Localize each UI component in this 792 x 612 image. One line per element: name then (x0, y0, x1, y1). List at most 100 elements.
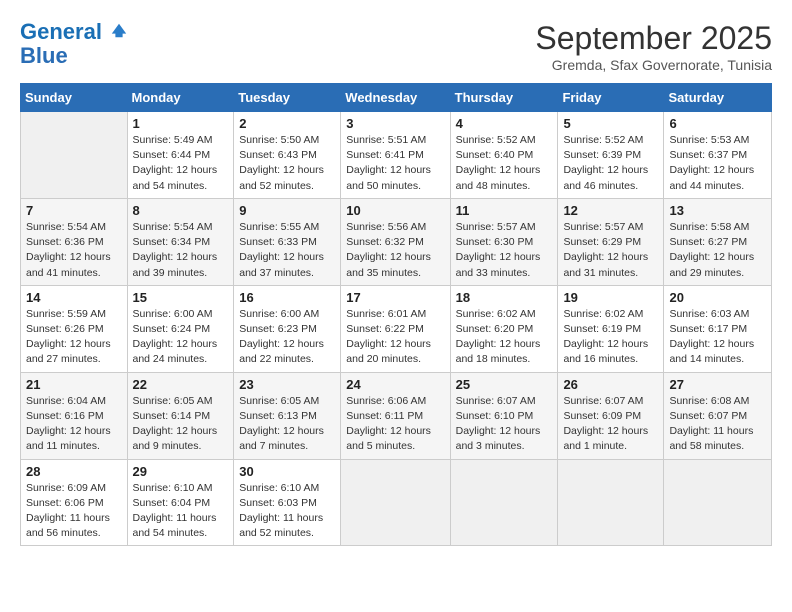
day-number: 3 (346, 116, 444, 131)
day-number: 19 (563, 290, 658, 305)
calendar-cell: 6 Sunrise: 5:53 AM Sunset: 6:37 PM Daylig… (664, 112, 772, 199)
day-info: Sunrise: 6:10 AM Sunset: 6:03 PM Dayligh… (239, 481, 335, 542)
calendar-cell: 28 Sunrise: 6:09 AM Sunset: 6:06 PM Dayli… (21, 459, 128, 546)
day-info: Sunrise: 5:59 AM Sunset: 6:26 PM Dayligh… (26, 307, 122, 368)
calendar-cell: 18 Sunrise: 6:02 AM Sunset: 6:20 PM Dayli… (450, 285, 558, 372)
title-block: September 2025 Gremda, Sfax Governorate,… (535, 20, 772, 73)
calendar-cell: 21 Sunrise: 6:04 AM Sunset: 6:16 PM Dayli… (21, 372, 128, 459)
calendar-cell: 8 Sunrise: 5:54 AM Sunset: 6:34 PM Daylig… (127, 198, 234, 285)
calendar-cell: 2Sunrise: 5:50 AM Sunset: 6:43 PM Daylig… (234, 112, 341, 199)
day-info: Sunrise: 6:07 AM Sunset: 6:10 PM Dayligh… (456, 394, 553, 455)
calendar-cell: 5Sunrise: 5:52 AM Sunset: 6:39 PM Daylig… (558, 112, 664, 199)
day-number: 1 (133, 116, 229, 131)
day-number: 17 (346, 290, 444, 305)
day-info: Sunrise: 6:02 AM Sunset: 6:20 PM Dayligh… (456, 307, 553, 368)
day-info: Sunrise: 6:00 AM Sunset: 6:23 PM Dayligh… (239, 307, 335, 368)
day-info: Sunrise: 5:52 AM Sunset: 6:40 PM Dayligh… (456, 133, 553, 194)
day-info: Sunrise: 5:54 AM Sunset: 6:36 PM Dayligh… (26, 220, 122, 281)
day-info: Sunrise: 5:51 AM Sunset: 6:41 PM Dayligh… (346, 133, 444, 194)
day-number: 26 (563, 377, 658, 392)
day-info: Sunrise: 6:03 AM Sunset: 6:17 PM Dayligh… (669, 307, 766, 368)
day-number: 20 (669, 290, 766, 305)
day-info: Sunrise: 5:50 AM Sunset: 6:43 PM Dayligh… (239, 133, 335, 194)
day-info: Sunrise: 5:57 AM Sunset: 6:30 PM Dayligh… (456, 220, 553, 281)
calendar-cell: 14 Sunrise: 5:59 AM Sunset: 6:26 PM Dayli… (21, 285, 128, 372)
day-info: Sunrise: 6:09 AM Sunset: 6:06 PM Dayligh… (26, 481, 122, 542)
calendar-week-row: 21 Sunrise: 6:04 AM Sunset: 6:16 PM Dayli… (21, 372, 772, 459)
calendar-cell: 15Sunrise: 6:00 AM Sunset: 6:24 PM Dayli… (127, 285, 234, 372)
calendar-table: SundayMondayTuesdayWednesdayThursdayFrid… (20, 83, 772, 546)
day-number: 7 (26, 203, 122, 218)
calendar-cell (664, 459, 772, 546)
calendar-cell: 12Sunrise: 5:57 AM Sunset: 6:29 PM Dayli… (558, 198, 664, 285)
calendar-week-row: 7 Sunrise: 5:54 AM Sunset: 6:36 PM Daylig… (21, 198, 772, 285)
calendar-header-row: SundayMondayTuesdayWednesdayThursdayFrid… (21, 84, 772, 112)
weekday-header-wednesday: Wednesday (341, 84, 450, 112)
day-number: 10 (346, 203, 444, 218)
calendar-cell: 16Sunrise: 6:00 AM Sunset: 6:23 PM Dayli… (234, 285, 341, 372)
day-info: Sunrise: 5:55 AM Sunset: 6:33 PM Dayligh… (239, 220, 335, 281)
location-subtitle: Gremda, Sfax Governorate, Tunisia (535, 57, 772, 73)
day-info: Sunrise: 6:04 AM Sunset: 6:16 PM Dayligh… (26, 394, 122, 455)
day-number: 29 (133, 464, 229, 479)
day-number: 25 (456, 377, 553, 392)
logo-general: General (20, 19, 102, 44)
day-info: Sunrise: 6:06 AM Sunset: 6:11 PM Dayligh… (346, 394, 444, 455)
calendar-cell: 24 Sunrise: 6:06 AM Sunset: 6:11 PM Dayli… (341, 372, 450, 459)
calendar-cell: 27Sunrise: 6:08 AM Sunset: 6:07 PM Dayli… (664, 372, 772, 459)
logo-icon (110, 21, 128, 39)
day-info: Sunrise: 5:53 AM Sunset: 6:37 PM Dayligh… (669, 133, 766, 194)
weekday-header-saturday: Saturday (664, 84, 772, 112)
day-number: 8 (133, 203, 229, 218)
calendar-cell: 4 Sunrise: 5:52 AM Sunset: 6:40 PM Daylig… (450, 112, 558, 199)
day-number: 13 (669, 203, 766, 218)
day-info: Sunrise: 5:49 AM Sunset: 6:44 PM Dayligh… (133, 133, 229, 194)
calendar-cell: 7 Sunrise: 5:54 AM Sunset: 6:36 PM Daylig… (21, 198, 128, 285)
weekday-header-tuesday: Tuesday (234, 84, 341, 112)
weekday-header-thursday: Thursday (450, 84, 558, 112)
day-info: Sunrise: 5:54 AM Sunset: 6:34 PM Dayligh… (133, 220, 229, 281)
day-number: 24 (346, 377, 444, 392)
calendar-cell (341, 459, 450, 546)
weekday-header-monday: Monday (127, 84, 234, 112)
day-info: Sunrise: 6:01 AM Sunset: 6:22 PM Dayligh… (346, 307, 444, 368)
calendar-cell: 13 Sunrise: 5:58 AM Sunset: 6:27 PM Dayli… (664, 198, 772, 285)
calendar-cell: 3 Sunrise: 5:51 AM Sunset: 6:41 PM Daylig… (341, 112, 450, 199)
calendar-cell: 30 Sunrise: 6:10 AM Sunset: 6:03 PM Dayli… (234, 459, 341, 546)
calendar-cell: 1 Sunrise: 5:49 AM Sunset: 6:44 PM Daylig… (127, 112, 234, 199)
calendar-cell: 19 Sunrise: 6:02 AM Sunset: 6:19 PM Dayli… (558, 285, 664, 372)
weekday-header-sunday: Sunday (21, 84, 128, 112)
day-number: 28 (26, 464, 122, 479)
calendar-cell: 23Sunrise: 6:05 AM Sunset: 6:13 PM Dayli… (234, 372, 341, 459)
day-info: Sunrise: 6:07 AM Sunset: 6:09 PM Dayligh… (563, 394, 658, 455)
day-number: 14 (26, 290, 122, 305)
calendar-week-row: 28 Sunrise: 6:09 AM Sunset: 6:06 PM Dayli… (21, 459, 772, 546)
day-number: 21 (26, 377, 122, 392)
day-number: 22 (133, 377, 229, 392)
calendar-cell: 11Sunrise: 5:57 AM Sunset: 6:30 PM Dayli… (450, 198, 558, 285)
calendar-cell: 20 Sunrise: 6:03 AM Sunset: 6:17 PM Dayli… (664, 285, 772, 372)
day-info: Sunrise: 6:05 AM Sunset: 6:14 PM Dayligh… (133, 394, 229, 455)
day-info: Sunrise: 5:58 AM Sunset: 6:27 PM Dayligh… (669, 220, 766, 281)
day-info: Sunrise: 6:02 AM Sunset: 6:19 PM Dayligh… (563, 307, 658, 368)
calendar-cell: 26 Sunrise: 6:07 AM Sunset: 6:09 PM Dayli… (558, 372, 664, 459)
day-info: Sunrise: 6:08 AM Sunset: 6:07 PM Dayligh… (669, 394, 766, 455)
calendar-week-row: 14 Sunrise: 5:59 AM Sunset: 6:26 PM Dayli… (21, 285, 772, 372)
month-title: September 2025 (535, 20, 772, 57)
weekday-header-friday: Friday (558, 84, 664, 112)
day-number: 4 (456, 116, 553, 131)
day-info: Sunrise: 5:57 AM Sunset: 6:29 PM Dayligh… (563, 220, 658, 281)
calendar-cell: 29Sunrise: 6:10 AM Sunset: 6:04 PM Dayli… (127, 459, 234, 546)
calendar-cell: 25 Sunrise: 6:07 AM Sunset: 6:10 PM Dayli… (450, 372, 558, 459)
calendar-cell (21, 112, 128, 199)
day-info: Sunrise: 5:56 AM Sunset: 6:32 PM Dayligh… (346, 220, 444, 281)
day-number: 30 (239, 464, 335, 479)
day-number: 18 (456, 290, 553, 305)
calendar-cell (558, 459, 664, 546)
calendar-cell: 9Sunrise: 5:55 AM Sunset: 6:33 PM Daylig… (234, 198, 341, 285)
day-number: 23 (239, 377, 335, 392)
logo-blue: Blue (20, 43, 68, 68)
day-number: 6 (669, 116, 766, 131)
day-number: 5 (563, 116, 658, 131)
calendar-cell: 22 Sunrise: 6:05 AM Sunset: 6:14 PM Dayli… (127, 372, 234, 459)
